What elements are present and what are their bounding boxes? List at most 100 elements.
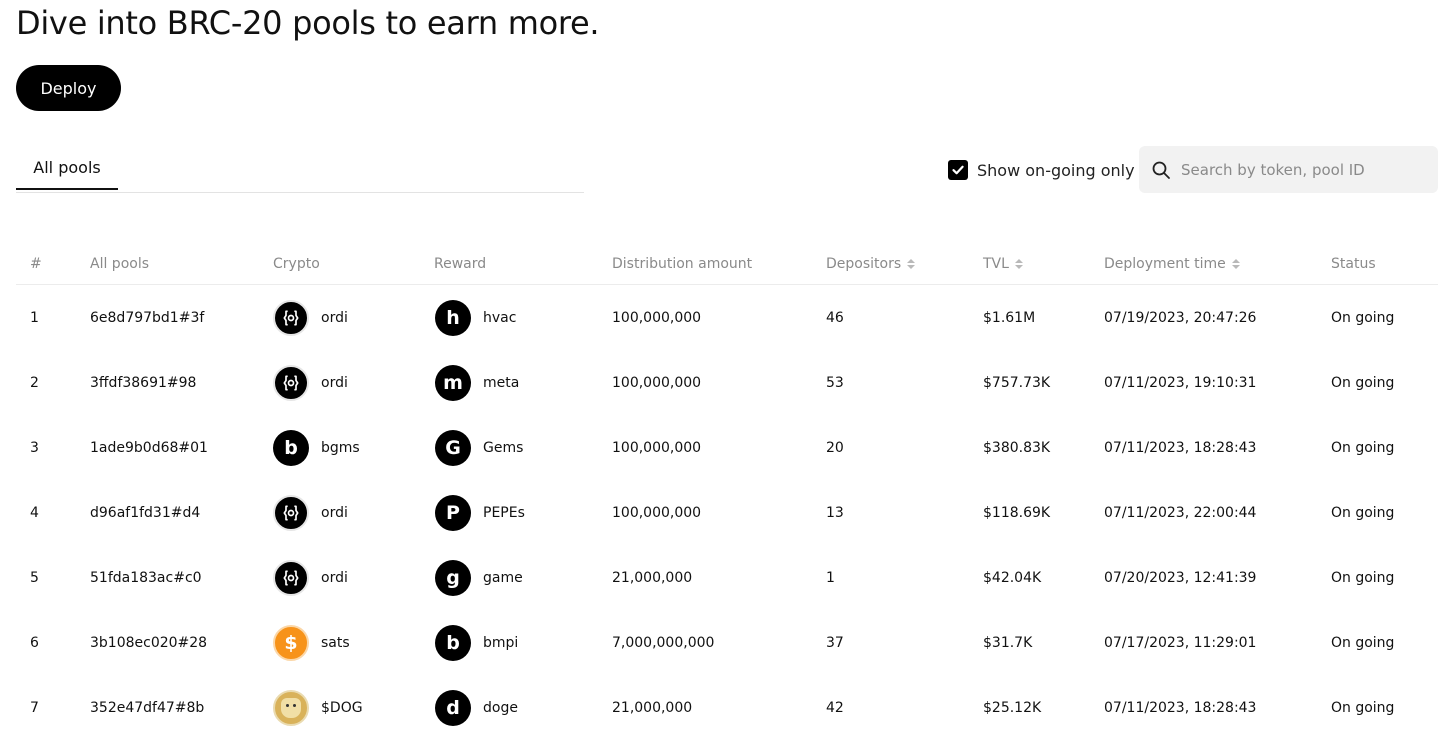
table-header: # All pools Crypto Reward Distribution a…: [16, 244, 1438, 285]
table-row[interactable]: 7 352e47df47#8b $DOG d doge 21,000,000 42 $25.1…: [16, 675, 1438, 740]
row-index: 2: [30, 374, 39, 391]
distribution-amount: 21,000,000: [612, 699, 693, 716]
crypto-cell: b bgms: [273, 415, 360, 480]
row-index: 7: [30, 699, 39, 716]
ordi-icon: [273, 559, 309, 596]
tvl-value: $1.61M: [983, 309, 1036, 326]
col-reward: Reward: [434, 256, 487, 272]
col-crypto: Crypto: [273, 256, 320, 272]
pool-id[interactable]: 3ffdf38691#98: [90, 350, 196, 415]
reward-cell: G Gems: [435, 415, 523, 480]
deploy-button[interactable]: Deploy: [16, 65, 121, 111]
table-row[interactable]: 6 3b108ec020#28 $ sats b bmpi 7,000,000,000 37 $…: [16, 610, 1438, 675]
reward-token-icon: m: [435, 364, 471, 401]
crypto-name: bgms: [321, 439, 360, 456]
distribution-amount: 100,000,000: [612, 309, 702, 326]
reward-cell: b bmpi: [435, 610, 518, 675]
row-index: 5: [30, 569, 39, 586]
pool-id[interactable]: 51fda183ac#c0: [90, 545, 202, 610]
crypto-name: ordi: [321, 504, 348, 521]
deployment-time: 07/11/2023, 19:10:31: [1104, 374, 1257, 391]
depositors-count: 13: [826, 504, 844, 521]
reward-cell: m meta: [435, 350, 519, 415]
table-row[interactable]: 3 1ade9b0d68#01 b bgms G Gems 100,000,000 20 $38…: [16, 415, 1438, 480]
search-input[interactable]: [1179, 159, 1433, 180]
reward-token-icon: g: [435, 559, 471, 596]
col-pool: All pools: [90, 256, 150, 272]
distribution-amount: 100,000,000: [612, 374, 702, 391]
tvl-value: $380.83K: [983, 439, 1051, 456]
status-badge: On going: [1331, 309, 1395, 326]
col-tvl[interactable]: TVL: [983, 256, 1023, 272]
pools-table: # All pools Crypto Reward Distribution a…: [16, 244, 1438, 740]
table-body: 1 6e8d797bd1#3f ordi h hvac 100,000,000 46 $1.6…: [16, 285, 1438, 740]
crypto-name: sats: [321, 634, 350, 651]
ongoing-filter[interactable]: Show on-going only: [948, 158, 1135, 182]
deployment-time: 07/19/2023, 20:47:26: [1104, 309, 1257, 326]
col-index: #: [30, 256, 42, 272]
deployment-time: 07/17/2023, 11:29:01: [1104, 634, 1257, 651]
ordi-icon: [273, 494, 309, 531]
reward-token-icon: P: [435, 494, 471, 531]
checkmark-icon: [952, 165, 964, 175]
pool-id[interactable]: 3b108ec020#28: [90, 610, 207, 675]
crypto-cell: $DOG: [273, 675, 363, 740]
tvl-value: $118.69K: [983, 504, 1051, 521]
reward-name: PEPEs: [483, 504, 525, 521]
sort-icon[interactable]: [907, 259, 916, 269]
crypto-cell: ordi: [273, 350, 348, 415]
col-status: Status: [1331, 256, 1376, 272]
pool-id[interactable]: 352e47df47#8b: [90, 675, 204, 740]
row-index: 3: [30, 439, 39, 456]
row-index: 1: [30, 309, 39, 326]
reward-name: Gems: [483, 439, 524, 456]
deployment-time: 07/11/2023, 22:00:44: [1104, 504, 1257, 521]
deployment-time: 07/11/2023, 18:28:43: [1104, 699, 1257, 716]
sort-icon[interactable]: [1014, 259, 1023, 269]
sort-icon[interactable]: [1231, 259, 1240, 269]
table-row[interactable]: 4 d96af1fd31#d4 ordi P PEPEs 100,000,000 13 $11…: [16, 480, 1438, 545]
distribution-amount: 21,000,000: [612, 569, 693, 586]
search-icon: [1152, 161, 1170, 179]
col-depositors[interactable]: Depositors: [826, 256, 916, 272]
row-index: 4: [30, 504, 39, 521]
crypto-name: ordi: [321, 374, 348, 391]
distribution-amount: 100,000,000: [612, 439, 702, 456]
pool-id[interactable]: 6e8d797bd1#3f: [90, 285, 204, 350]
reward-name: meta: [483, 374, 520, 391]
tvl-value: $31.7K: [983, 634, 1033, 651]
crypto-name: ordi: [321, 309, 348, 326]
reward-name: game: [483, 569, 523, 586]
ongoing-filter-label: Show on-going only: [977, 160, 1135, 180]
pool-id[interactable]: d96af1fd31#d4: [90, 480, 200, 545]
row-index: 6: [30, 634, 39, 651]
distribution-amount: 100,000,000: [612, 504, 702, 521]
distribution-amount: 7,000,000,000: [612, 634, 715, 651]
table-row[interactable]: 1 6e8d797bd1#3f ordi h hvac 100,000,000 46 $1.6…: [16, 285, 1438, 350]
col-distribution: Distribution amount: [612, 256, 753, 272]
letter-b-icon: b: [273, 429, 309, 466]
pool-tabs: All pools: [16, 150, 584, 193]
deployment-time: 07/20/2023, 12:41:39: [1104, 569, 1257, 586]
crypto-cell: $ sats: [273, 610, 350, 675]
status-badge: On going: [1331, 504, 1395, 521]
depositors-count: 42: [826, 699, 844, 716]
ongoing-checkbox[interactable]: [948, 160, 968, 180]
crypto-cell: ordi: [273, 480, 348, 545]
reward-cell: g game: [435, 545, 523, 610]
reward-cell: h hvac: [435, 285, 516, 350]
status-badge: On going: [1331, 634, 1395, 651]
reward-token-icon: h: [435, 299, 471, 336]
pool-id[interactable]: 1ade9b0d68#01: [90, 415, 208, 480]
col-deployment-time[interactable]: Deployment time: [1104, 256, 1240, 272]
crypto-cell: ordi: [273, 545, 348, 610]
table-row[interactable]: 5 51fda183ac#c0 ordi g game 21,000,000 1 $42.04…: [16, 545, 1438, 610]
ordi-icon: [273, 299, 309, 336]
status-badge: On going: [1331, 439, 1395, 456]
ordi-icon: [273, 364, 309, 401]
tvl-value: $42.04K: [983, 569, 1042, 586]
depositors-count: 46: [826, 309, 844, 326]
search-box[interactable]: [1139, 146, 1438, 193]
tab-all-pools[interactable]: All pools: [16, 150, 118, 190]
table-row[interactable]: 2 3ffdf38691#98 ordi m meta 100,000,000 53 $757…: [16, 350, 1438, 415]
